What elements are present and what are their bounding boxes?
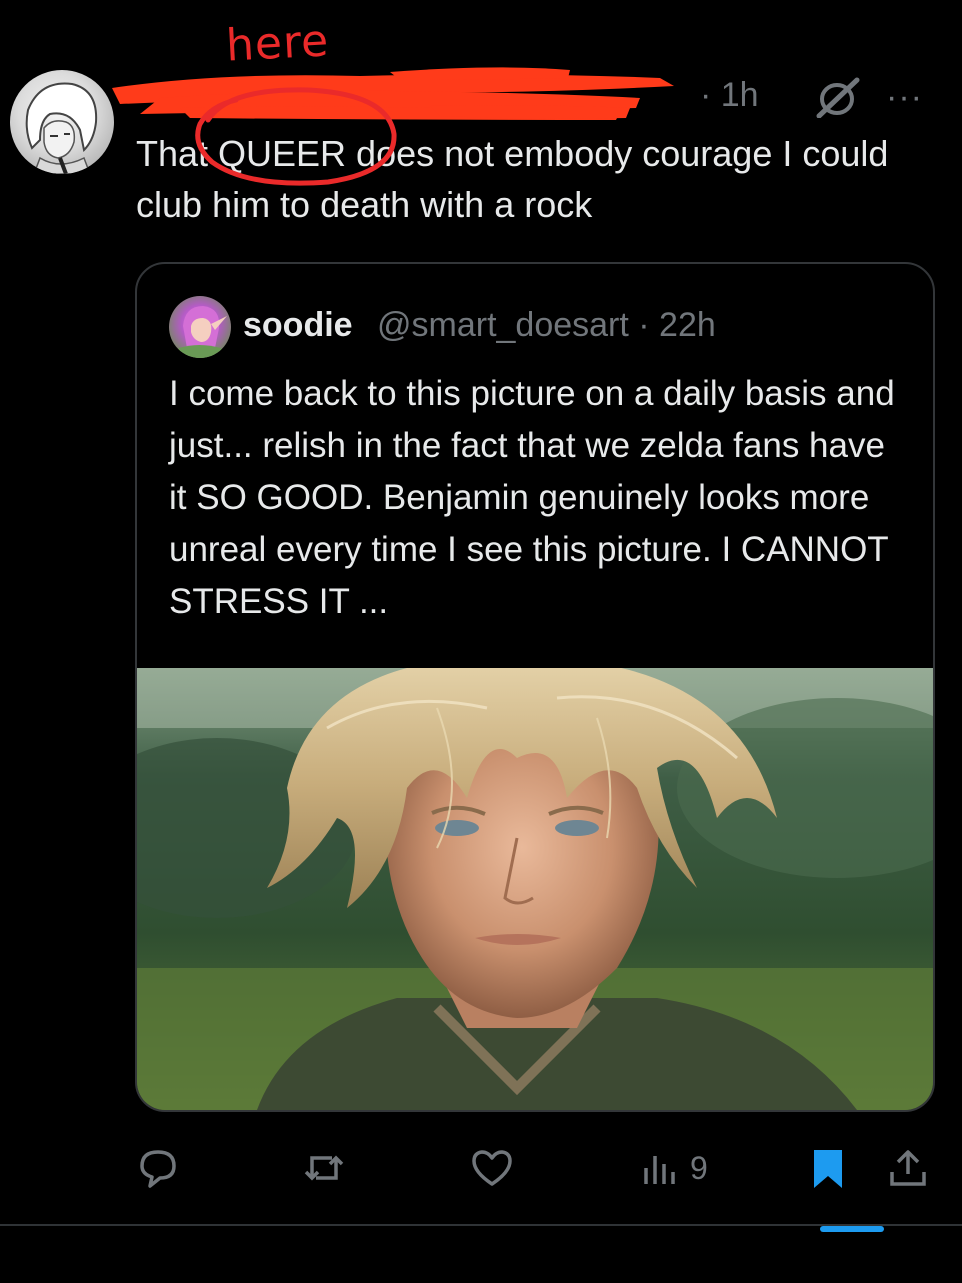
repost-icon — [304, 1155, 344, 1181]
tweet-action-bar: 9 — [130, 1138, 940, 1198]
more-options-icon[interactable]: ··· — [886, 80, 932, 114]
photo-image — [137, 668, 933, 1110]
bookmark-icon — [814, 1150, 842, 1188]
reply-bubble-icon — [140, 1150, 176, 1188]
heart-icon — [472, 1150, 512, 1186]
quoted-author-avatar[interactable] — [169, 296, 231, 358]
repost-button[interactable] — [302, 1138, 346, 1198]
bottom-accent-indicator — [820, 1226, 884, 1232]
quoted-tweet-text: I come back to this picture on a daily b… — [169, 374, 895, 621]
tweet-screen: here · 1h ··· That QUEER does not embody… — [0, 0, 962, 1283]
quoted-author-name[interactable]: soodie — [243, 306, 353, 345]
author-avatar[interactable] — [10, 70, 114, 174]
elf-drawing-avatar-icon — [175, 306, 227, 358]
share-icon — [890, 1150, 926, 1186]
quoted-tweet-card[interactable]: soodie @smart_doesart · 22h I come back … — [135, 262, 935, 1112]
divider-line — [0, 1224, 962, 1226]
bookmark-button[interactable] — [806, 1138, 850, 1198]
quoted-tweet-photo[interactable] — [137, 668, 933, 1110]
quoted-author-handle[interactable]: @smart_doesart · 22h — [377, 306, 716, 345]
anime-sketch-avatar-icon — [25, 82, 98, 174]
views-button[interactable]: 9 — [638, 1138, 708, 1198]
like-button[interactable] — [470, 1138, 514, 1198]
views-chart-icon — [644, 1156, 675, 1184]
annotation-circle — [195, 87, 397, 186]
views-count: 9 — [690, 1149, 708, 1186]
reply-button[interactable] — [136, 1138, 180, 1198]
annotation-label: here — [224, 15, 331, 72]
tweet-time[interactable]: · 1h — [700, 76, 759, 115]
grok-slash-icon[interactable] — [815, 76, 861, 118]
share-button[interactable] — [886, 1138, 930, 1198]
